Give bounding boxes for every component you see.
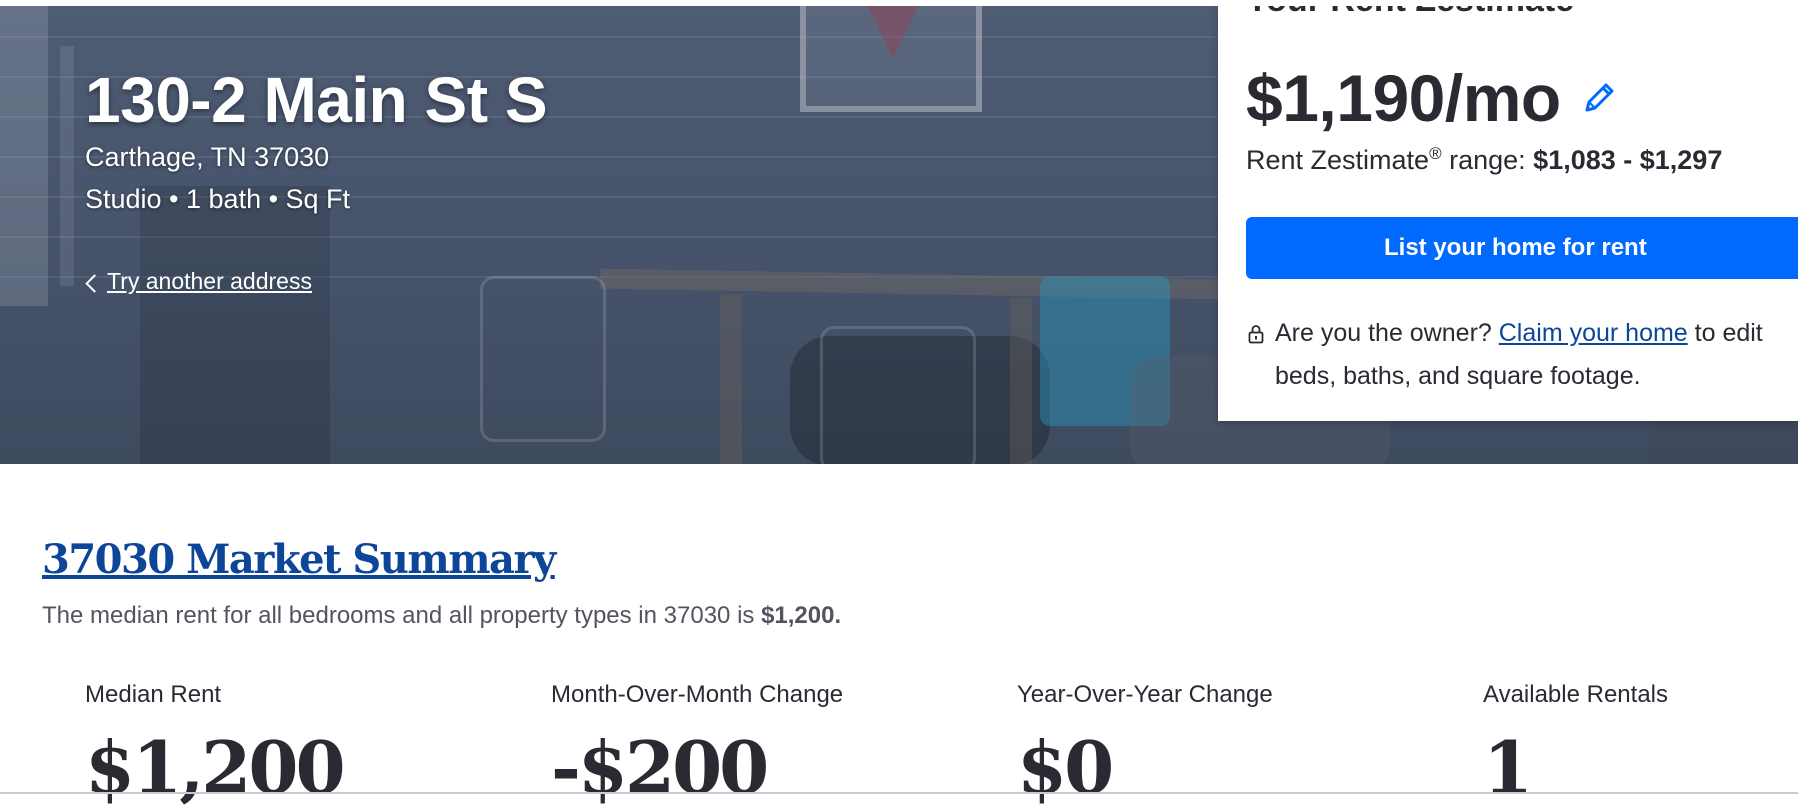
- pencil-icon[interactable]: [1579, 78, 1619, 118]
- stat-median-rent: Median Rent $1,200: [85, 680, 346, 810]
- stat-month-over-month: Month-Over-Month Change -$200: [551, 680, 843, 808]
- try-another-address-link[interactable]: Try another address: [85, 268, 312, 295]
- stat-label: Median Rent: [85, 681, 222, 708]
- range-label: Rent Zestimate: [1246, 145, 1430, 175]
- claim-your-home-link[interactable]: Claim your home: [1499, 319, 1688, 347]
- stat-label: Year-Over-Year Change: [1017, 681, 1273, 708]
- address-city-state-zip: Carthage, TN 37030: [85, 142, 330, 172]
- chevron-left-icon: [85, 274, 104, 293]
- market-summary: 37030 Market Summary The median rent for…: [42, 532, 841, 632]
- range-value: $1,083 - $1,297: [1533, 145, 1723, 175]
- range-suffix: range:: [1441, 145, 1534, 175]
- stat-value: $0: [1017, 725, 1114, 810]
- lock-icon: [1248, 325, 1264, 344]
- market-summary-title[interactable]: 37030 Market Summary: [42, 532, 841, 588]
- home-facts: Studio • 1 bath • Sq Ft: [85, 184, 351, 214]
- stat-value: -$200: [551, 725, 769, 810]
- owner-claim-note: Are you the owner? Claim your home to ed…: [1246, 312, 1786, 398]
- card-top-mask: [1218, 0, 1798, 6]
- stat-label: Available Rentals: [1483, 681, 1669, 708]
- rent-range: Rent Zestimate® range: $1,083 - $1,297: [1246, 136, 1722, 178]
- stat-available-rentals: Available Rentals 1: [1483, 680, 1668, 808]
- market-desc-value: $1,200.: [761, 602, 842, 629]
- address-block: 130-2 Main St S Carthage, TN 37030 Studi…: [85, 62, 548, 216]
- try-another-address-label: Try another address: [107, 268, 312, 294]
- rent-zestimate-card: Your Rent Zestimate $1,190/mo Rent Zesti…: [1218, 0, 1798, 421]
- stat-label: Month-Over-Month Change: [551, 681, 844, 708]
- stat-value: $1,200: [85, 725, 346, 810]
- market-summary-description: The median rent for all bedrooms and all…: [42, 600, 841, 632]
- owner-prefix: Are you the owner?: [1275, 319, 1499, 347]
- rent-estimate-value: $1,190/mo: [1246, 61, 1561, 135]
- market-stats: Median Rent $1,200 Month-Over-Month Chan…: [85, 680, 1798, 808]
- registered-mark: ®: [1429, 144, 1442, 163]
- rent-row: $1,190/mo: [1246, 60, 1619, 136]
- list-home-for-rent-button[interactable]: List your home for rent: [1246, 217, 1798, 279]
- stat-year-over-year: Year-Over-Year Change $0: [1017, 680, 1273, 808]
- address-title: 130-2 Main St S: [85, 64, 548, 136]
- market-desc-text: The median rent for all bedrooms and all…: [42, 602, 762, 629]
- stat-value: 1: [1483, 725, 1533, 810]
